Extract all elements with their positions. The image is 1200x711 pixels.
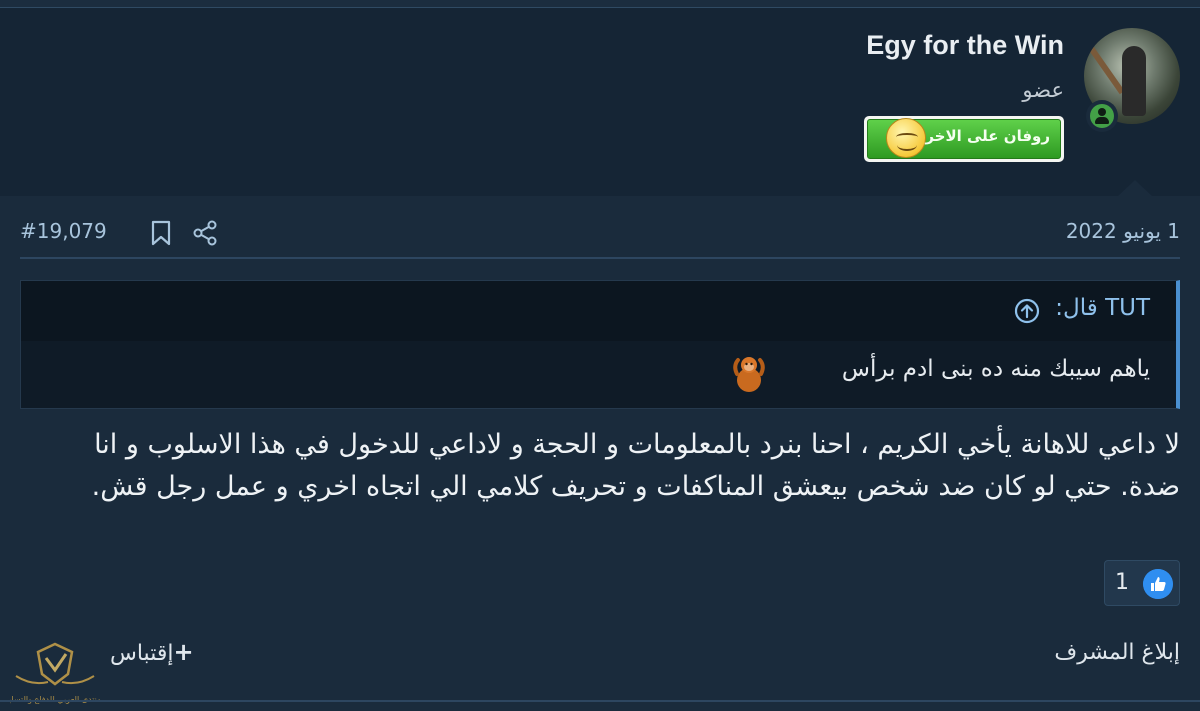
top-strip — [0, 0, 1200, 8]
quote-header — [21, 281, 1176, 341]
reaction-summary[interactable]: 1 — [1104, 560, 1180, 606]
post-message: لا داعي للاهانة يأخي الكريم ، احنا بنرد … — [91, 429, 1180, 502]
smiley-icon — [886, 118, 926, 158]
message-pointer — [1118, 180, 1152, 196]
post-actions: إبلاغ المشرف +إقتباس — [0, 630, 1200, 680]
user-banner-text: روفان على الاخر — [925, 127, 1050, 145]
forum-watermark-logo: المنتدى العربي للدفاع والتسليح — [10, 642, 100, 704]
orangutan-icon — [733, 357, 765, 392]
online-status-badge — [1086, 100, 1118, 132]
report-button[interactable]: إبلاغ المشرف — [1054, 640, 1180, 665]
share-icon[interactable] — [192, 220, 218, 246]
online-icon — [1090, 104, 1114, 128]
quote-block: TUT قال: ياهم سيبك منه ده بنى ادم برأس — [20, 280, 1180, 409]
quote-text: ياهم سيبك منه ده بنى ادم برأس — [841, 356, 1150, 382]
post-number[interactable]: #19,079 — [20, 219, 107, 243]
plus-icon: + — [173, 638, 194, 666]
quote-button-label: إقتباس — [110, 641, 174, 666]
meta-divider — [20, 257, 1180, 259]
user-banner: روفان على الاخر — [864, 116, 1064, 162]
quote-author[interactable]: TUT قال: — [1055, 295, 1150, 321]
username[interactable]: Egy for the Win — [866, 30, 1064, 61]
avatar-bat — [1085, 41, 1125, 95]
user-title: عضو — [1022, 78, 1064, 102]
post-meta: #19,079 1 يونيو 2022 — [20, 212, 1180, 252]
post-date[interactable]: 1 يونيو 2022 — [1066, 219, 1180, 243]
quote-arrow-icon[interactable] — [1014, 298, 1040, 324]
bookmark-icon[interactable] — [150, 220, 172, 246]
like-icon — [1143, 569, 1173, 599]
reaction-count: 1 — [1115, 570, 1129, 595]
bottom-divider — [0, 700, 1200, 702]
avatar-figure — [1122, 46, 1146, 116]
user-banner-bar: روفان على الاخر — [867, 118, 1061, 159]
quote-button[interactable]: +إقتباس — [110, 638, 194, 666]
